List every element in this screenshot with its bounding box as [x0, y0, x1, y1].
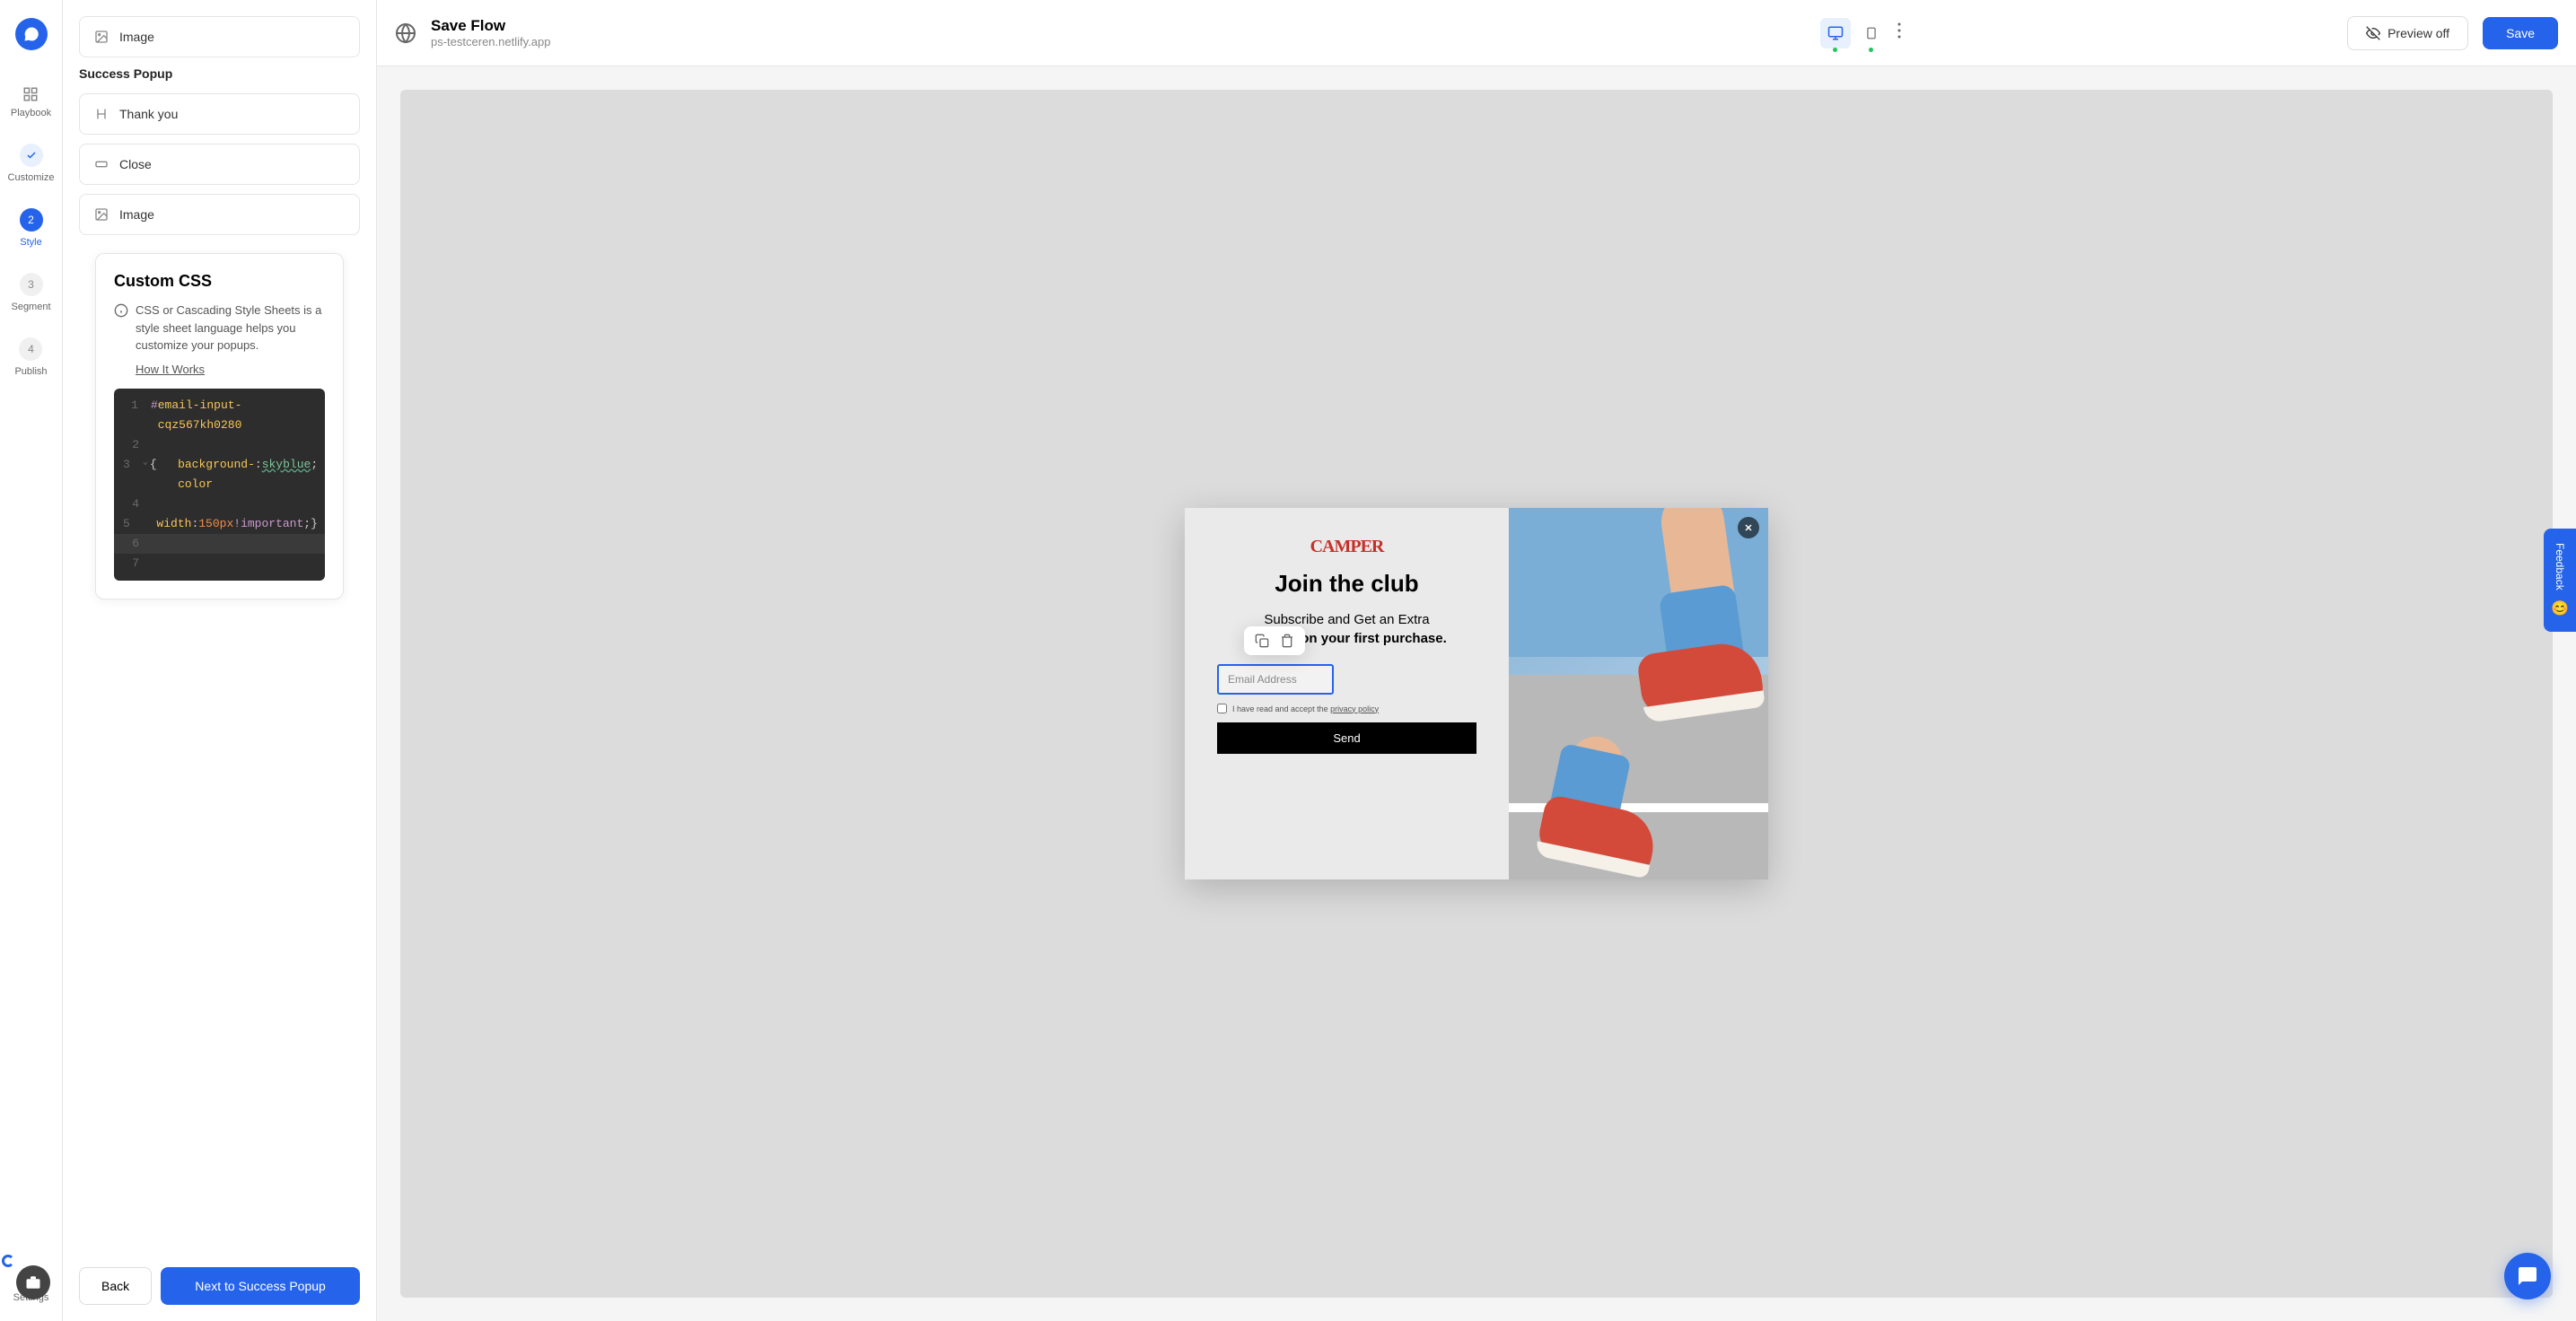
briefcase-icon	[25, 1274, 41, 1290]
back-button[interactable]: Back	[79, 1267, 152, 1305]
rail-label: Playbook	[11, 108, 51, 118]
rail-playbook[interactable]: Playbook	[11, 86, 51, 118]
eye-off-icon	[2366, 26, 2380, 40]
copy-icon[interactable]	[1255, 634, 1269, 648]
heading-icon	[94, 107, 109, 121]
step-number: 2	[20, 208, 43, 232]
briefcase-fab[interactable]	[16, 1265, 50, 1299]
rail-publish[interactable]: 4 Publish	[14, 337, 47, 377]
popup-close-button[interactable]	[1738, 517, 1759, 538]
rail-label: Segment	[11, 302, 50, 312]
popup-title: Join the club	[1275, 570, 1418, 598]
layer-label: Image	[119, 30, 154, 44]
custom-css-card: Custom CSS CSS or Cascading Style Sheets…	[95, 253, 344, 599]
rail-customize[interactable]: Customize	[8, 144, 55, 183]
emoji-icon: 😊	[2551, 599, 2569, 617]
rail-style[interactable]: 2 Style	[20, 208, 43, 248]
layer-image[interactable]: Image	[79, 194, 360, 235]
layer-image-top[interactable]: Image	[79, 16, 360, 57]
consent-input[interactable]	[1217, 704, 1227, 713]
more-vertical-icon	[1897, 22, 1901, 39]
trash-icon[interactable]	[1280, 634, 1294, 648]
preview-surface: CAMPER Join the club Subscribe and Get a…	[400, 90, 2553, 1298]
how-it-works-link[interactable]: How It Works	[136, 363, 205, 376]
chat-icon	[2517, 1265, 2538, 1287]
element-toolbar	[1244, 626, 1305, 655]
page-title: Save Flow	[431, 17, 1806, 35]
rail-segment[interactable]: 3 Segment	[11, 273, 50, 312]
preview-button[interactable]: Preview off	[2347, 16, 2468, 50]
send-button[interactable]: Send	[1217, 722, 1476, 754]
layer-thankyou[interactable]: Thank you	[79, 93, 360, 135]
globe-icon	[395, 22, 416, 44]
brand-logo: CAMPER	[1310, 537, 1384, 557]
image-icon	[94, 30, 109, 44]
layer-label: Close	[119, 157, 152, 171]
rail-label: Publish	[14, 366, 47, 377]
popup-image	[1509, 508, 1768, 879]
canvas: CAMPER Join the club Subscribe and Get a…	[377, 66, 2576, 1321]
next-button[interactable]: Next to Success Popup	[161, 1267, 360, 1305]
desktop-icon	[1827, 25, 1844, 41]
step-number: 4	[19, 337, 42, 361]
privacy-link[interactable]: privacy policy	[1330, 704, 1379, 713]
status-dot	[1833, 48, 1837, 52]
button-icon	[94, 157, 109, 171]
layer-close[interactable]: Close	[79, 144, 360, 185]
section-title: Success Popup	[79, 66, 360, 81]
save-button[interactable]: Save	[2483, 17, 2558, 49]
rail-label: Customize	[8, 172, 55, 183]
css-title: Custom CSS	[114, 272, 325, 291]
app-logo[interactable]	[15, 18, 48, 50]
close-icon	[1743, 522, 1754, 533]
chat-fab[interactable]	[2504, 1253, 2551, 1299]
css-editor[interactable]: 1#email-input-cqz567kh0280 2 3⌄{ backgro…	[114, 389, 325, 582]
device-desktop[interactable]	[1820, 18, 1851, 48]
more-menu[interactable]	[1892, 17, 1906, 48]
device-mobile[interactable]	[1856, 18, 1887, 48]
rail-label: Style	[20, 237, 41, 248]
email-input[interactable]	[1217, 664, 1334, 695]
grid-icon	[22, 86, 39, 102]
step-number: 3	[20, 273, 43, 296]
side-panel: Image Success Popup Thank you Close Imag…	[63, 0, 377, 1321]
topbar: Save Flow ps-testceren.netlify.app	[377, 0, 2576, 66]
layer-label: Thank you	[119, 107, 178, 121]
info-icon	[114, 303, 128, 318]
popup-preview: CAMPER Join the club Subscribe and Get a…	[1185, 508, 1768, 879]
css-description: CSS or Cascading Style Sheets is a style…	[114, 302, 325, 354]
page-subtitle: ps-testceren.netlify.app	[431, 35, 1806, 48]
feedback-tab[interactable]: Feedback 😊	[2544, 529, 2576, 632]
status-dot	[1869, 48, 1873, 52]
layer-label: Image	[119, 207, 154, 222]
image-icon	[94, 207, 109, 222]
progress-ring	[2, 1255, 14, 1267]
nav-rail: Playbook Customize 2 Style 3 Segment 4 P…	[0, 0, 63, 1321]
consent-checkbox[interactable]: I have read and accept the privacy polic…	[1217, 704, 1379, 713]
mobile-icon	[1865, 25, 1878, 41]
main-area: Save Flow ps-testceren.netlify.app	[377, 0, 2576, 1321]
step-done-icon	[20, 144, 43, 167]
